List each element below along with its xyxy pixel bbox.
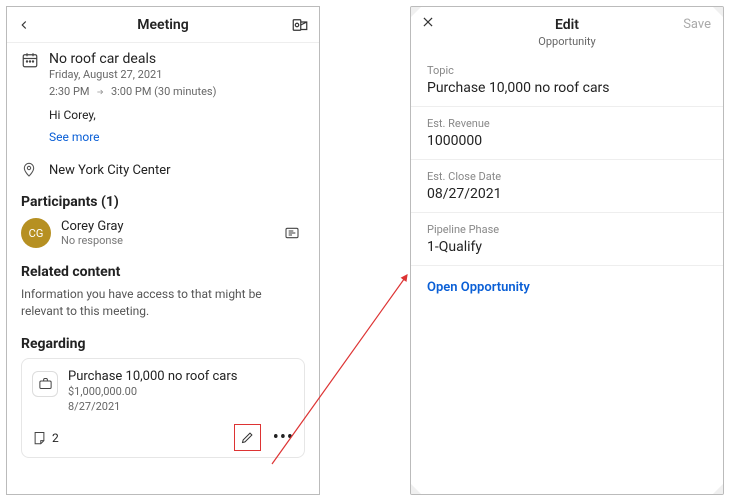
edit-panel: Edit Save Opportunity Topic Purchase 10,…: [410, 6, 724, 495]
location-icon: [21, 162, 39, 178]
card-date: 8/27/2021: [68, 399, 238, 414]
phase-field[interactable]: 1-Qualify: [411, 239, 723, 266]
event-greeting: Hi Corey,: [49, 108, 305, 122]
notes-button[interactable]: 2: [32, 430, 59, 445]
meeting-header: Meeting: [7, 7, 319, 43]
revenue-field[interactable]: 1000000: [411, 133, 723, 160]
phase-label: Pipeline Phase: [411, 213, 723, 239]
edit-header: Edit Save: [411, 7, 723, 37]
topic-field[interactable]: Purchase 10,000 no roof cars: [411, 80, 723, 107]
regarding-card[interactable]: Purchase 10,000 no roof cars $1,000,000.…: [21, 358, 305, 459]
event-title: No roof car deals: [49, 51, 216, 67]
topic-label: Topic: [411, 54, 723, 80]
location-text: New York City Center: [49, 163, 171, 178]
regarding-heading: Regarding: [21, 336, 305, 352]
event-block: No roof car deals Friday, August 27, 202…: [7, 43, 319, 152]
meeting-title: Meeting: [137, 17, 188, 33]
close-date-field[interactable]: 08/27/2021: [411, 186, 723, 213]
card-title: Purchase 10,000 no roof cars: [68, 369, 238, 384]
calendar-icon: [21, 51, 39, 69]
event-date: Friday, August 27, 2021: [49, 67, 216, 84]
participant-response: No response: [61, 234, 123, 247]
participant-name: Corey Gray: [61, 219, 123, 234]
save-button[interactable]: Save: [683, 17, 711, 32]
more-button[interactable]: •••: [273, 427, 294, 448]
revenue-label: Est. Revenue: [411, 107, 723, 133]
avatar: CG: [21, 218, 51, 248]
contact-card-icon[interactable]: [283, 225, 301, 241]
open-opportunity-link[interactable]: Open Opportunity: [411, 266, 723, 309]
see-more-link[interactable]: See more: [49, 130, 100, 144]
event-time: 2:30 PM 3:00 PM (30 minutes): [49, 84, 216, 101]
participants-heading: Participants (1): [21, 194, 305, 210]
outlook-icon[interactable]: [291, 16, 309, 34]
meeting-panel: Meeting No roof car deals Friday, August…: [6, 6, 320, 495]
participant-row[interactable]: CG Corey Gray No response: [21, 218, 305, 248]
location-row: New York City Center: [7, 162, 319, 178]
briefcase-icon: [32, 371, 58, 397]
related-heading: Related content: [21, 264, 305, 280]
close-button[interactable]: [421, 15, 435, 29]
back-button[interactable]: [17, 18, 31, 32]
related-desc: Information you have access to that migh…: [21, 286, 305, 320]
close-date-label: Est. Close Date: [411, 160, 723, 186]
edit-title: Edit: [555, 17, 579, 33]
card-revenue: $1,000,000.00: [68, 384, 238, 399]
edit-button[interactable]: [234, 424, 261, 451]
